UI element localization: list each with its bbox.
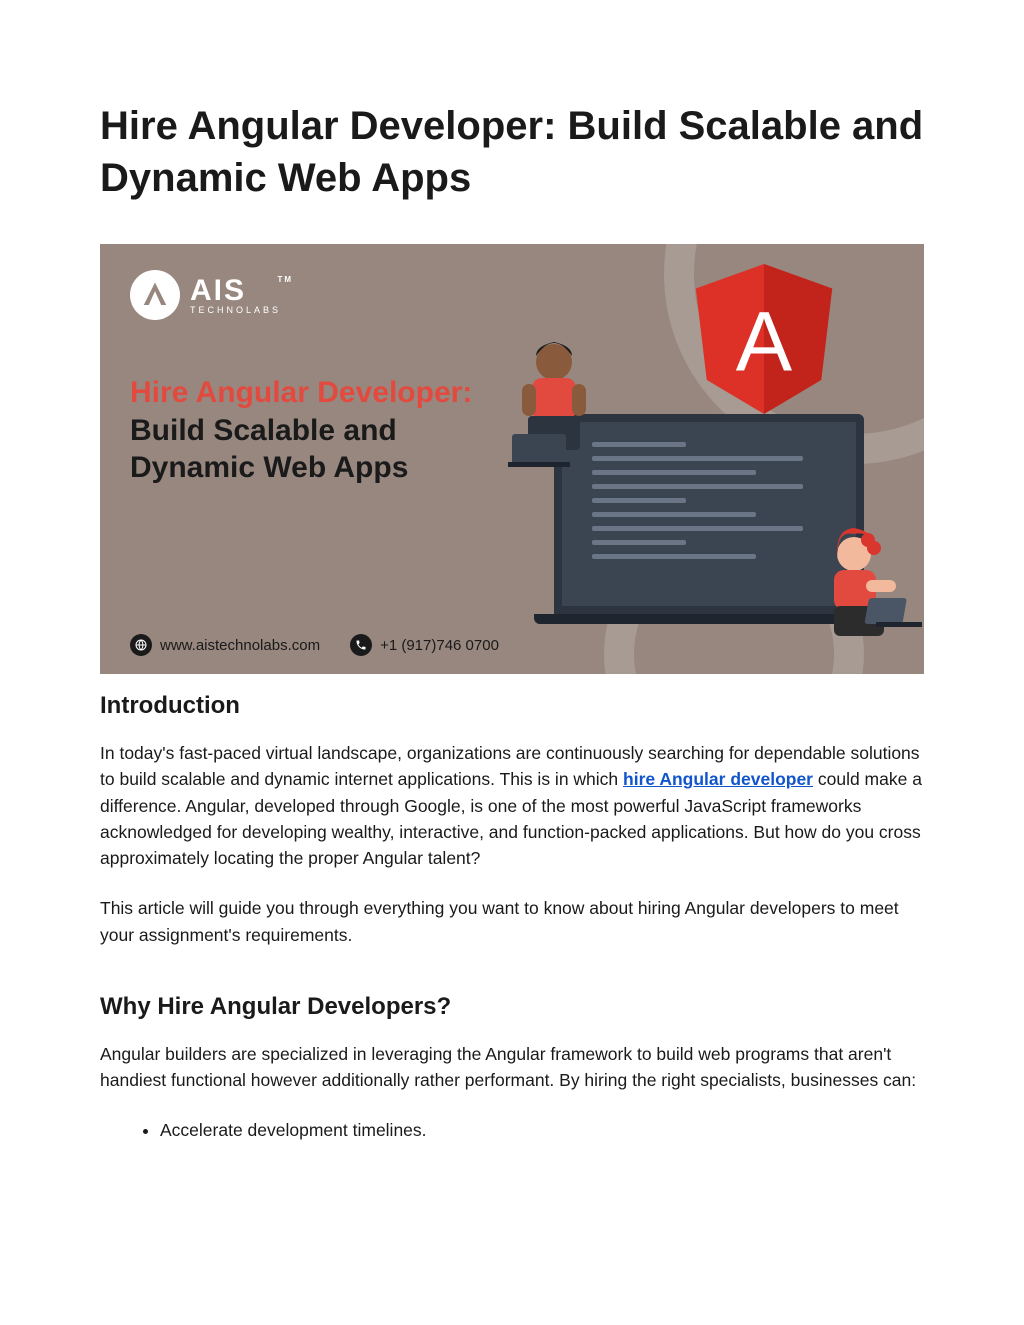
intro-paragraph-1: In today's fast-paced virtual landscape,… [100, 740, 924, 871]
person-sitting-top-illustration [494, 334, 614, 474]
hero-banner: AISTM TECHNOLABS Hire Angular Developer:… [100, 244, 924, 674]
logo-mark-icon [130, 270, 180, 320]
list-item: Accelerate development timelines. [160, 1117, 924, 1143]
logo-text-main: AISTM [190, 276, 281, 306]
intro-heading: Introduction [100, 692, 924, 720]
angular-shield-icon: A [694, 264, 834, 414]
person-sitting-bottom-illustration [794, 524, 924, 664]
phone-icon [350, 634, 372, 656]
company-logo: AISTM TECHNOLABS [130, 270, 281, 320]
page-title: Hire Angular Developer: Build Scalable a… [100, 100, 924, 204]
intro-paragraph-2: This article will guide you through ever… [100, 895, 924, 948]
hero-website: www.aistechnolabs.com [160, 637, 320, 654]
globe-icon [130, 634, 152, 656]
hero-contact: www.aistechnolabs.com +1 (917)746 0700 [130, 634, 499, 656]
hero-headline: Hire Angular Developer: Build Scalable a… [130, 374, 490, 487]
hire-angular-developer-link[interactable]: hire Angular developer [623, 769, 813, 789]
why-paragraph: Angular builders are specialized in leve… [100, 1041, 924, 1094]
logo-text-sub: TECHNOLABS [190, 306, 281, 315]
hero-phone: +1 (917)746 0700 [380, 637, 499, 654]
why-bullet-list: Accelerate development timelines. [160, 1117, 924, 1143]
svg-text:A: A [736, 293, 793, 388]
why-heading: Why Hire Angular Developers? [100, 993, 924, 1021]
